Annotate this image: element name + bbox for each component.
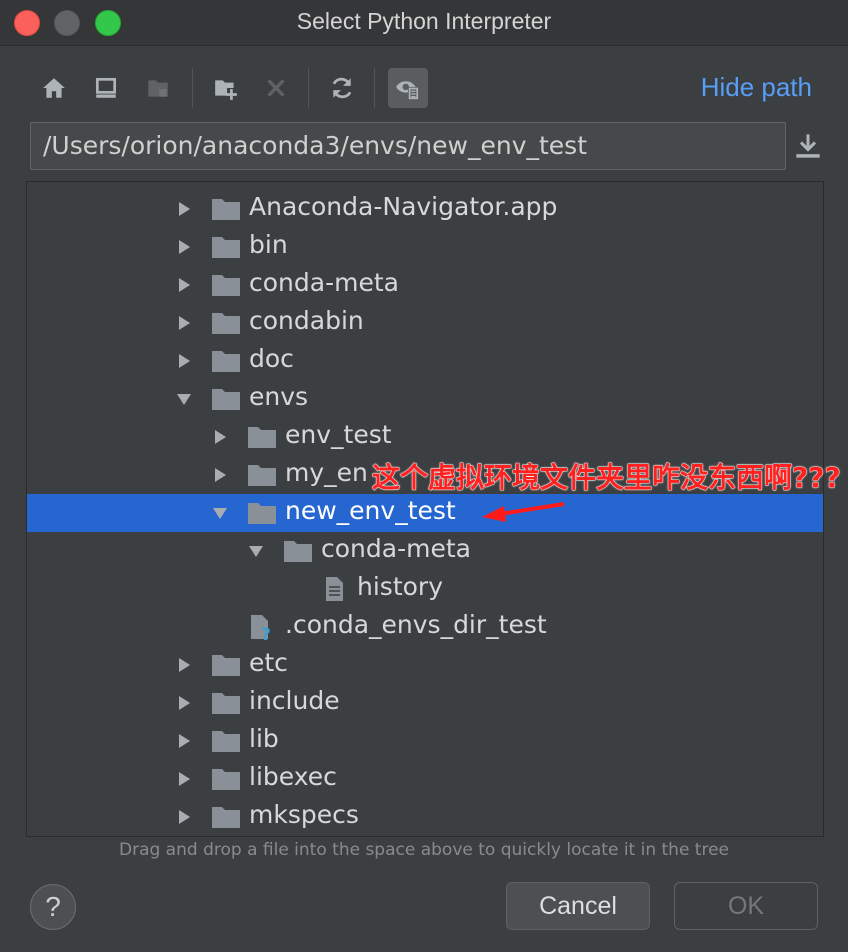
folder-icon bbox=[211, 804, 241, 830]
expand-right-arrow-icon[interactable] bbox=[175, 770, 193, 788]
tree-row[interactable]: condabin bbox=[27, 304, 823, 342]
expand-right-arrow-icon[interactable] bbox=[211, 428, 229, 446]
file-tree[interactable]: Anaconda-Navigator.app bin conda-meta conda… bbox=[26, 181, 824, 837]
folder-icon bbox=[247, 462, 277, 488]
toolbar: Hide path bbox=[30, 64, 830, 112]
download-icon bbox=[796, 134, 820, 158]
desktop-icon bbox=[95, 77, 117, 98]
tree-row-label: envs bbox=[249, 382, 309, 411]
folder-icon bbox=[211, 690, 241, 716]
folder-icon bbox=[211, 728, 241, 754]
expand-right-arrow-icon[interactable] bbox=[175, 200, 193, 218]
project-button[interactable] bbox=[138, 68, 178, 108]
expand-down-arrow-icon[interactable] bbox=[175, 390, 193, 408]
expand-right-arrow-icon[interactable] bbox=[175, 238, 193, 256]
new-folder-button[interactable] bbox=[206, 68, 246, 108]
tree-row[interactable]: conda-meta bbox=[27, 532, 823, 570]
title-bar: Select Python Interpreter bbox=[0, 0, 848, 46]
show-hidden-icon bbox=[396, 81, 419, 100]
expand-right-arrow-icon[interactable] bbox=[175, 314, 193, 332]
tree-row[interactable]: include bbox=[27, 684, 823, 722]
expand-right-arrow-icon[interactable] bbox=[175, 732, 193, 750]
unknown-file-icon: ? bbox=[247, 614, 277, 645]
folder-icon bbox=[247, 424, 277, 450]
new-folder-icon bbox=[215, 80, 237, 100]
tree-row[interactable]: doc bbox=[27, 342, 823, 380]
home-button[interactable] bbox=[34, 68, 74, 108]
delete-icon bbox=[267, 79, 285, 97]
tree-row[interactable]: etc bbox=[27, 646, 823, 684]
folder-icon bbox=[211, 234, 241, 260]
tree-row-label: new_env_test bbox=[285, 496, 456, 525]
folder-icon bbox=[211, 272, 241, 298]
tree-row[interactable]: Anaconda-Navigator.app bbox=[27, 190, 823, 228]
toolbar-separator bbox=[308, 68, 309, 108]
tree-row-label: conda-meta bbox=[321, 534, 471, 563]
window-title: Select Python Interpreter bbox=[296, 8, 552, 34]
home-icon bbox=[43, 78, 65, 98]
svg-text:?: ? bbox=[261, 625, 271, 640]
folder-icon bbox=[211, 766, 241, 792]
folder-icon bbox=[211, 348, 241, 374]
show-hidden-button[interactable] bbox=[388, 68, 428, 108]
expand-right-arrow-icon[interactable] bbox=[175, 352, 193, 370]
folder-icon bbox=[283, 538, 313, 564]
tree-row[interactable]: conda-meta bbox=[27, 266, 823, 304]
refresh-icon bbox=[332, 77, 352, 99]
tree-row[interactable]: history bbox=[27, 570, 823, 608]
tree-row[interactable]: ? .conda_envs_dir_test bbox=[27, 608, 823, 646]
annotation-arrow bbox=[482, 502, 565, 522]
download-button[interactable] bbox=[792, 130, 824, 162]
tree-row[interactable]: envs bbox=[27, 380, 823, 418]
tree-row-label: mkspecs bbox=[249, 800, 359, 829]
tree-row[interactable]: env_test bbox=[27, 418, 823, 456]
expand-right-arrow-icon[interactable] bbox=[175, 694, 193, 712]
tree-row-label: doc bbox=[249, 344, 294, 373]
tree-row-label: lib bbox=[249, 724, 279, 753]
tree-row-label: conda-meta bbox=[249, 268, 399, 297]
tree-row-label: libexec bbox=[249, 762, 337, 791]
folder-icon bbox=[247, 500, 277, 526]
tree-row-label: Anaconda-Navigator.app bbox=[249, 192, 558, 221]
expand-right-arrow-icon[interactable] bbox=[175, 808, 193, 826]
help-button[interactable]: ? bbox=[30, 884, 76, 930]
annotation-text: 这个虚拟环境文件夹里咋没东西啊??? bbox=[372, 461, 841, 495]
cancel-button[interactable]: Cancel bbox=[506, 882, 650, 930]
refresh-button[interactable] bbox=[322, 68, 362, 108]
expand-right-arrow-icon[interactable] bbox=[175, 656, 193, 674]
tree-row-label: history bbox=[357, 572, 443, 601]
hide-path-link[interactable]: Hide path bbox=[701, 72, 812, 103]
drag-drop-hint: Drag and drop a file into the space abov… bbox=[118, 840, 730, 860]
tree-row[interactable]: bin bbox=[27, 228, 823, 266]
expand-right-arrow-icon[interactable] bbox=[211, 466, 229, 484]
tree-row-label: env_test bbox=[285, 420, 392, 449]
file-icon bbox=[319, 576, 349, 602]
expand-down-arrow-icon[interactable] bbox=[211, 504, 229, 522]
project-folder-icon bbox=[148, 80, 168, 97]
folder-icon bbox=[211, 196, 241, 222]
tree-row[interactable]: lib bbox=[27, 722, 823, 760]
tree-row[interactable]: new_env_test bbox=[27, 494, 823, 532]
tree-row[interactable]: libexec bbox=[27, 760, 823, 798]
delete-button[interactable] bbox=[256, 68, 296, 108]
tree-row-label: etc bbox=[249, 648, 288, 677]
folder-icon bbox=[211, 652, 241, 678]
tree-row-label: .conda_envs_dir_test bbox=[285, 610, 547, 639]
tree-row-label: my_en bbox=[285, 458, 368, 487]
tree-row-label: bin bbox=[249, 230, 288, 259]
desktop-button[interactable] bbox=[86, 68, 126, 108]
toolbar-separator bbox=[192, 68, 193, 108]
path-input[interactable]: /Users/orion/anaconda3/envs/new_env_test bbox=[30, 122, 786, 170]
ok-button[interactable]: OK bbox=[674, 882, 818, 930]
expand-right-arrow-icon[interactable] bbox=[175, 276, 193, 294]
tree-row-label: condabin bbox=[249, 306, 364, 335]
toolbar-separator bbox=[374, 68, 375, 108]
tree-row[interactable]: mkspecs bbox=[27, 798, 823, 836]
folder-icon bbox=[211, 386, 241, 412]
tree-row-label: include bbox=[249, 686, 340, 715]
folder-icon bbox=[211, 310, 241, 336]
expand-down-arrow-icon[interactable] bbox=[247, 542, 265, 560]
